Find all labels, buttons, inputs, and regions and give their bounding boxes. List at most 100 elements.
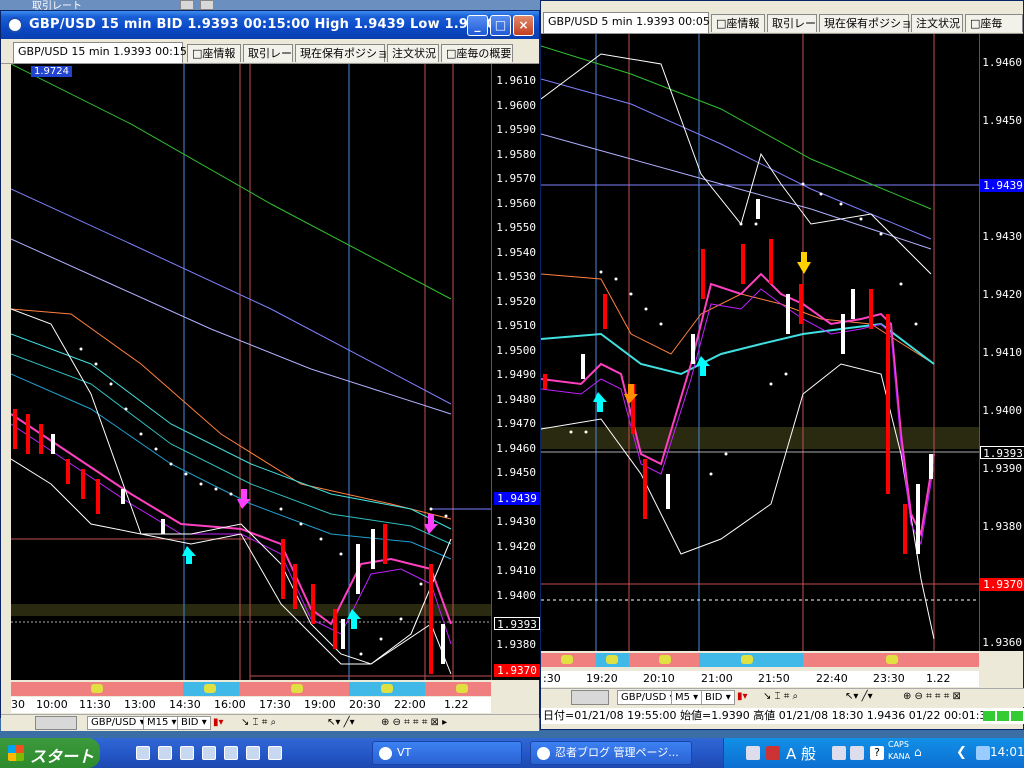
tray-app-icon[interactable] xyxy=(766,746,780,760)
tray-icon[interactable]: ⌂ xyxy=(914,745,922,759)
ime-tool-icon[interactable] xyxy=(850,746,864,760)
left-time-axis: 30 10:00 11:30 13:00 14:30 16:00 17:30 1… xyxy=(11,697,491,713)
price-label: 1.9460 xyxy=(496,442,536,455)
left-price-axis: 1.9610 1.9600 1.9590 1.9580 1.9570 1.956… xyxy=(491,64,540,680)
right-chart-toolbar: GBP/USD ▾ M5 ▾ BID ▾ ▮▾ ↘ ⌶ ⌗ ⌕ ↖▾ ╱▾ ⊕ … xyxy=(541,688,1024,707)
timeframe-select[interactable]: M5 ▾ xyxy=(671,690,703,705)
symbol-select[interactable]: GBP/USD ▾ xyxy=(617,690,679,705)
price-label: 1.9570 xyxy=(496,172,536,185)
status-text: 日付=01/21/08 19:55:00 始値=1.9390 高値 01/21/… xyxy=(543,709,994,722)
time-label: 21:50 xyxy=(758,672,790,685)
session-icon xyxy=(456,684,468,693)
price-label: 1.9490 xyxy=(496,368,536,381)
quicklaunch-icon[interactable] xyxy=(202,746,216,760)
close-button[interactable]: × xyxy=(513,15,534,36)
left-chart-canvas[interactable]: 1.9724 xyxy=(11,64,491,680)
ma-cyan xyxy=(541,322,935,376)
side-select[interactable]: BID ▾ xyxy=(177,716,211,730)
buy-arrow-icon xyxy=(696,356,710,376)
expand-tray-icon[interactable]: ❮ xyxy=(956,745,967,760)
task-button-browser[interactable]: 忍者ブログ 管理ページ... xyxy=(530,741,692,765)
left-tabbar: GBP/USD 15 min 1.9393 00:15:00 □座情報 取引レー… xyxy=(1,41,539,64)
time-label: 23:30 xyxy=(873,672,905,685)
ime-mode[interactable]: A 般 xyxy=(786,743,816,764)
sell-arrow-icon xyxy=(797,252,811,274)
cursor-tools-icon[interactable]: ↖▾ ╱▾ xyxy=(327,715,355,730)
symbol-select[interactable]: GBP/USD ▾ xyxy=(87,716,149,730)
quicklaunch-icon[interactable] xyxy=(136,746,150,760)
price-label: 1.9540 xyxy=(496,246,536,259)
task-label: VT xyxy=(397,746,412,759)
chart-scrollbar[interactable] xyxy=(571,690,609,705)
price-label: 1.9420 xyxy=(982,288,1022,301)
maximize-button[interactable]: □ xyxy=(490,15,511,36)
taskbar: スタート VT 忍者ブログ 管理ページ... A 般 ? CAPS KANA ⌂… xyxy=(0,738,1024,768)
timeframe-value: M15 xyxy=(147,717,169,728)
left-titlebar[interactable]: GBP/USD 15 min BID 1.9393 00:15:00 High … xyxy=(1,11,539,39)
tab-rates[interactable]: 取引レート xyxy=(243,44,303,62)
timeframe-value: M5 xyxy=(675,692,690,703)
timeframe-select[interactable]: M15 ▾ xyxy=(143,716,181,730)
cursor-tools-icon[interactable]: ↖▾ ╱▾ xyxy=(845,689,873,704)
right-tabbar: GBP/USD 5 min 1.9393 00:05:00 □座情報 取引レート… xyxy=(541,11,1023,34)
candle-type-icon[interactable]: ▮▾ xyxy=(213,715,224,730)
tab-rates[interactable]: 取引レート xyxy=(767,14,827,32)
symbol-value: GBP/USD xyxy=(91,717,137,728)
tab-positions[interactable]: 現在保有ポジション xyxy=(295,44,399,62)
tab-orders[interactable]: 注文状況 xyxy=(911,14,963,32)
price-label: 1.9380 xyxy=(982,520,1022,533)
ma-cyan-2 xyxy=(11,353,452,545)
quicklaunch-icon[interactable] xyxy=(180,746,194,760)
zoom-tools-icon[interactable]: ⊕ ⊖ ⌗ ⌗ ⌗ ⊠ ▸ xyxy=(381,715,447,730)
ma-magenta xyxy=(11,413,452,626)
windows-logo-icon xyxy=(8,745,24,761)
price-label: 1.9580 xyxy=(496,148,536,161)
quicklaunch-icon[interactable] xyxy=(158,746,172,760)
chart-scrollbar[interactable] xyxy=(35,716,77,730)
tab-account-summary[interactable]: □座毎 xyxy=(965,14,1023,32)
session-icon xyxy=(91,684,103,693)
zoom-tools-icon[interactable]: ⊕ ⊖ ⌗ ⌗ ⌗ ⊠ xyxy=(903,689,961,704)
side-select[interactable]: BID ▾ xyxy=(701,690,735,705)
ime-tool-icon[interactable] xyxy=(832,746,846,760)
time-label: 1.22 xyxy=(444,698,469,711)
help-icon[interactable]: ? xyxy=(870,746,884,760)
bollinger-upper xyxy=(541,53,932,275)
tab-account-summary[interactable]: □座毎の概要 xyxy=(441,44,513,62)
kana-indicator: KANA xyxy=(888,752,911,761)
tab-orders[interactable]: 注文状況 xyxy=(387,44,439,62)
background-minimize-button[interactable] xyxy=(180,0,194,10)
background-close-button[interactable] xyxy=(200,0,214,10)
task-button-vt[interactable]: VT xyxy=(372,741,522,765)
app-logo-icon xyxy=(7,17,23,33)
price-label: 1.9520 xyxy=(496,295,536,308)
tab-chart[interactable]: GBP/USD 5 min 1.9393 00:05:00 xyxy=(543,12,728,33)
right-price-axis: 1.9460 1.9450 1.9439 1.9430 1.9420 1.941… xyxy=(979,34,1024,651)
keyboard-icon[interactable] xyxy=(746,746,760,760)
price-label: 1.9510 xyxy=(496,319,536,332)
price-label: 1.9430 xyxy=(496,515,536,528)
right-chart-canvas[interactable] xyxy=(541,34,979,651)
session-icon xyxy=(291,684,303,693)
clock[interactable]: 14:01 xyxy=(990,745,1024,759)
tab-chart[interactable]: GBP/USD 15 min 1.9393 00:15:00 xyxy=(13,42,205,63)
draw-tools-icon[interactable]: ↘ ⌶ ⌗ ⌕ xyxy=(763,689,798,704)
tab-account-info[interactable]: □座情報 xyxy=(711,14,765,32)
tab-positions[interactable]: 現在保有ポジション xyxy=(819,14,923,32)
candle-type-icon[interactable]: ▮▾ xyxy=(737,689,748,704)
price-label: 1.9550 xyxy=(496,221,536,234)
price-label: 1.9530 xyxy=(496,270,536,283)
left-window-title: GBP/USD 15 min BID 1.9393 00:15:00 High … xyxy=(29,17,496,32)
price-label: 1.9610 xyxy=(496,74,536,87)
time-label: 17:30 xyxy=(259,698,291,711)
tab-account-info[interactable]: □座情報 xyxy=(187,44,241,62)
draw-tools-icon[interactable]: ↘ ⌶ ⌗ ⌕ xyxy=(241,715,276,730)
caps-indicator: CAPS xyxy=(888,740,909,749)
quicklaunch-icon[interactable] xyxy=(224,746,238,760)
start-button[interactable]: スタート xyxy=(0,738,100,768)
network-icon[interactable] xyxy=(976,746,990,760)
quicklaunch-icon[interactable] xyxy=(246,746,260,760)
time-label: 20:30 xyxy=(349,698,381,711)
quicklaunch-icon[interactable] xyxy=(268,746,282,760)
minimize-button[interactable]: _ xyxy=(467,15,488,36)
